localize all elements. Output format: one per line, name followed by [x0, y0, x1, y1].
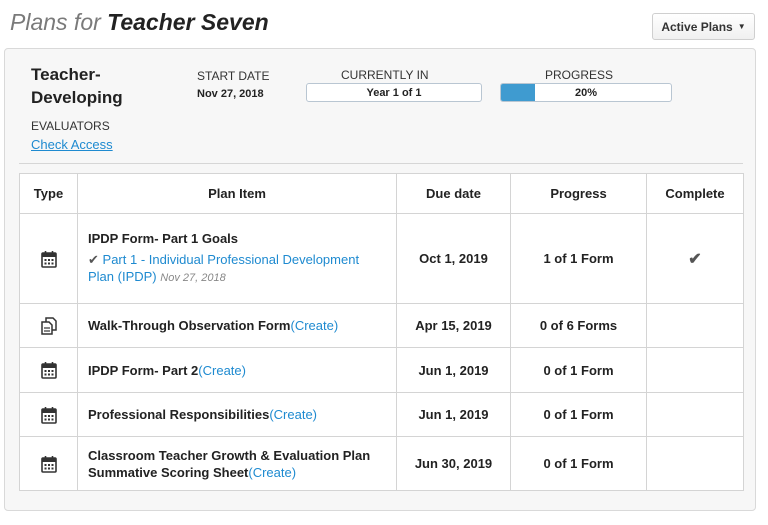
due-date-cell: Oct 1, 2019	[396, 213, 511, 304]
teacher-name: Teacher Seven	[107, 9, 269, 35]
progress-label: PROGRESS	[545, 68, 614, 82]
plan-item-cell: IPDP Form- Part 2(Create)	[77, 347, 397, 393]
complete-cell: ✔	[646, 213, 744, 304]
form-entry: ✔ Part 1 - Individual Professional Devel…	[88, 251, 386, 287]
progress-cell: 0 of 6 Forms	[510, 303, 647, 348]
plan-card: Teacher-Developing START DATE Nov 27, 20…	[4, 48, 756, 511]
progress-bar: 20%	[500, 83, 672, 102]
complete-cell	[646, 392, 744, 437]
active-plans-label: Active Plans	[661, 19, 733, 34]
caret-down-icon: ▼	[737, 22, 746, 31]
complete-cell	[646, 436, 744, 491]
plan-item-cell: Walk-Through Observation Form(Create)	[77, 303, 397, 348]
currently-in-bar: Year 1 of 1	[306, 83, 482, 102]
checkmark-icon: ✔	[88, 252, 99, 267]
calendar-icon	[40, 361, 57, 379]
calendar-icon	[40, 250, 57, 268]
progress-cell: 1 of 1 Form	[510, 213, 647, 304]
type-cell	[19, 213, 78, 304]
create-link[interactable]: (Create)	[290, 318, 338, 333]
due-date-cell: Jun 1, 2019	[396, 347, 511, 393]
progress-cell: 0 of 1 Form	[510, 347, 647, 393]
plan-item-title: IPDP Form- Part 1 Goals	[88, 231, 239, 246]
start-date-label: START DATE	[197, 69, 270, 83]
type-cell	[19, 436, 78, 491]
create-link[interactable]: (Create)	[198, 363, 246, 378]
create-link[interactable]: (Create)	[269, 407, 317, 422]
plan-item-title: Walk-Through Observation Form	[88, 318, 291, 333]
complete-cell	[646, 303, 744, 348]
create-link[interactable]: (Create)	[248, 465, 296, 480]
progress-cell: 0 of 1 Form	[510, 392, 647, 437]
table-row: Walk-Through Observation Form(Create) Ap…	[19, 303, 744, 348]
currently-in-label: CURRENTLY IN	[341, 68, 429, 82]
title-prefix: Plans for	[10, 9, 101, 35]
copy-forms-icon	[40, 316, 58, 335]
form-date: Nov 27, 2018	[160, 272, 226, 284]
plan-item-cell: Classroom Teacher Growth & Evaluation Pl…	[77, 436, 397, 491]
plan-item-cell: Professional Responsibilities(Create)	[77, 392, 397, 437]
complete-checkmark-icon: ✔	[688, 250, 702, 268]
type-cell	[19, 347, 78, 393]
check-access-link[interactable]: Check Access	[31, 137, 113, 152]
evaluators-label: EVALUATORS	[31, 119, 110, 133]
due-date-cell: Apr 15, 2019	[396, 303, 511, 348]
complete-cell	[646, 347, 744, 393]
plan-items-table: Type Plan Item Due date Progress Complet…	[19, 173, 744, 491]
table-row: Classroom Teacher Growth & Evaluation Pl…	[19, 436, 744, 491]
due-date-cell: Jun 30, 2019	[396, 436, 511, 491]
table-row: Professional Responsibilities(Create) Ju…	[19, 392, 744, 437]
plan-track-label: Teacher-Developing	[31, 65, 123, 107]
progress-value: 20%	[574, 86, 598, 99]
header-due-date: Due date	[396, 173, 511, 214]
divider	[19, 163, 743, 164]
header-type: Type	[19, 173, 78, 214]
plan-item-title: Professional Responsibilities	[88, 407, 270, 422]
start-date-value: Nov 27, 2018	[197, 88, 264, 100]
type-cell	[19, 303, 78, 348]
due-date-cell: Jun 1, 2019	[396, 392, 511, 437]
currently-in-value: Year 1 of 1	[366, 86, 422, 99]
table-header-row: Type Plan Item Due date Progress Complet…	[19, 173, 744, 214]
progress-cell: 0 of 1 Form	[510, 436, 647, 491]
page-title: Plans for Teacher Seven	[10, 9, 269, 36]
table-row: IPDP Form- Part 2(Create) Jun 1, 2019 0 …	[19, 347, 744, 393]
type-cell	[19, 392, 78, 437]
active-plans-dropdown[interactable]: Active Plans ▼	[652, 13, 755, 40]
plan-item-title: IPDP Form- Part 2	[88, 362, 199, 378]
plan-item-cell: IPDP Form- Part 1 Goals ✔ Part 1 - Indiv…	[77, 213, 397, 304]
header-progress: Progress	[510, 173, 647, 214]
header-complete: Complete	[646, 173, 744, 214]
plan-item-title: Classroom Teacher Growth & Evaluation Pl…	[88, 447, 371, 480]
table-row: IPDP Form- Part 1 Goals ✔ Part 1 - Indiv…	[19, 213, 744, 304]
calendar-icon	[40, 455, 57, 473]
calendar-icon	[40, 406, 57, 424]
header-plan-item: Plan Item	[77, 173, 397, 214]
